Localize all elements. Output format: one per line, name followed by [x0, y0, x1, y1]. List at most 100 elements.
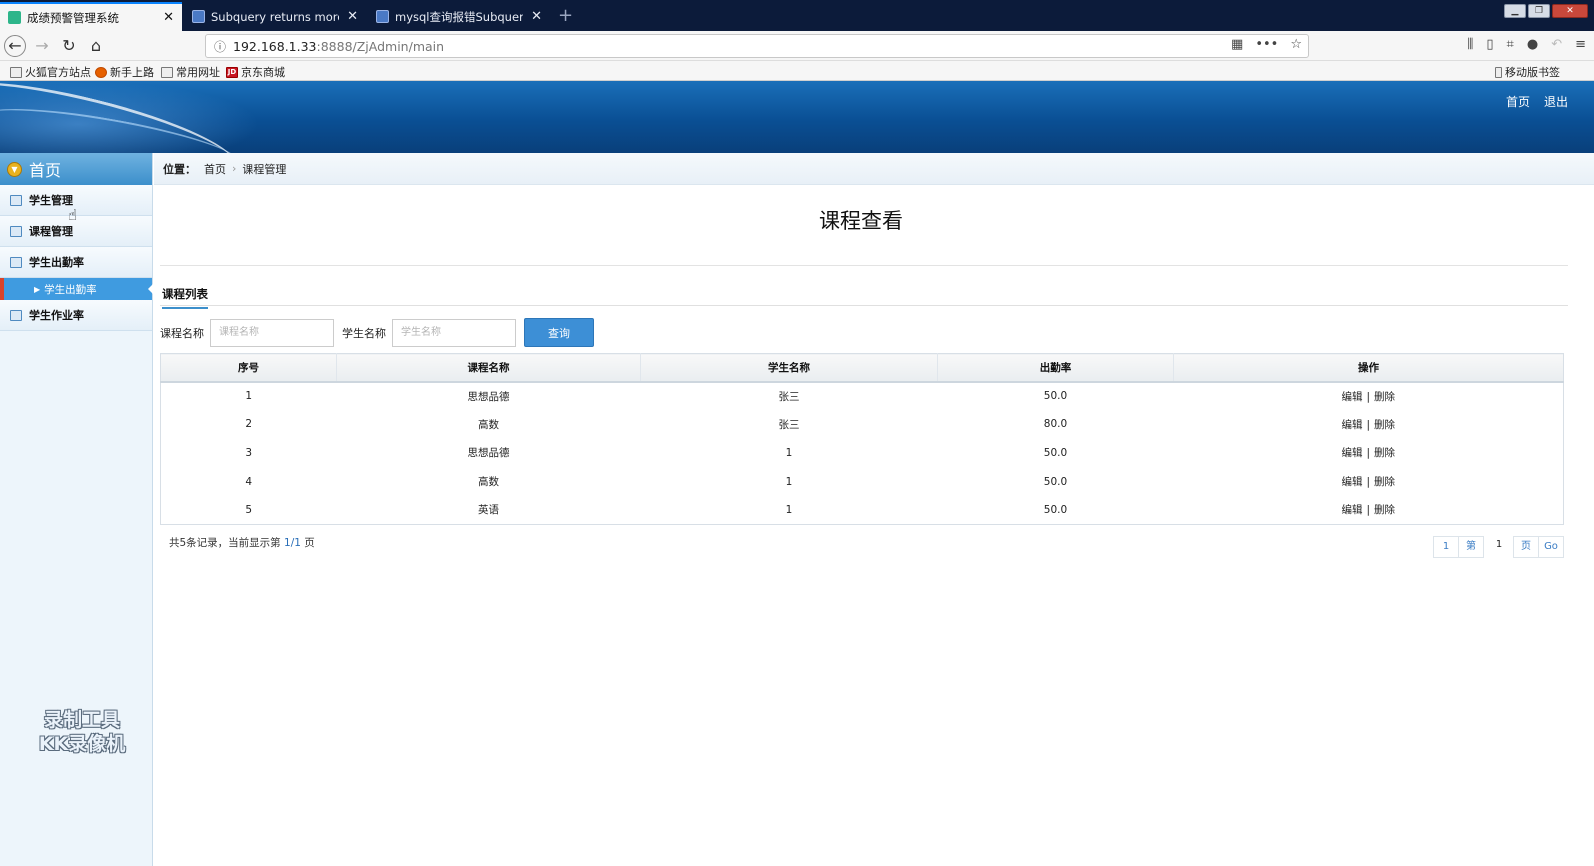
reload-icon[interactable]: ↻ — [58, 35, 80, 57]
bookmark-item[interactable]: 火狐官方站点 — [10, 64, 91, 80]
delete-link[interactable]: 删除 — [1374, 391, 1395, 403]
edit-link[interactable]: 编辑 — [1341, 504, 1362, 516]
delete-link[interactable]: 删除 — [1374, 504, 1395, 516]
query-button[interactable]: 查询 — [524, 318, 594, 347]
recorder-watermark: 录制工具 KK录像机 — [26, 708, 138, 756]
tab-title: 成绩预警管理系统 — [27, 10, 119, 25]
cell-rate: 50.0 — [1043, 446, 1068, 459]
restore-icon[interactable]: ❐ — [1528, 4, 1550, 18]
action-separator: | — [1366, 447, 1371, 460]
cell-rate: 50.0 — [1043, 503, 1068, 516]
page-actions-icon[interactable]: ••• — [1255, 37, 1278, 52]
sidebar-item-attendance[interactable]: 学生出勤率 — [0, 247, 152, 278]
mobile-bookmarks[interactable]: 移动版书签 — [1495, 64, 1560, 80]
folder-icon — [161, 66, 173, 78]
record-count: 共5条记录，当前显示第 1/1 页 — [169, 535, 315, 550]
breadcrumb-home-link[interactable]: 首页 — [204, 161, 226, 177]
bookmark-item[interactable]: 常用网址 — [161, 64, 220, 80]
cell-no: 2 — [245, 418, 253, 431]
chat-icon[interactable]: ● — [1527, 37, 1538, 52]
pagination: 1 第 1 页 Go — [1433, 536, 1564, 558]
browser-tab[interactable]: mysql查询报错Subquery retu ✕ — [368, 2, 550, 31]
breadcrumb-prefix: 位置： — [163, 162, 196, 176]
cell-student: 1 — [785, 446, 793, 459]
edit-link[interactable]: 编辑 — [1341, 419, 1362, 431]
minimize-icon[interactable]: ▁ — [1504, 4, 1526, 18]
sidebar-subitem-attendance[interactable]: ▶ 学生出勤率 — [0, 278, 153, 300]
url-host: 192.168.1.33 — [233, 39, 317, 54]
breadcrumb-separator: › — [232, 162, 237, 175]
close-tab-icon[interactable]: ✕ — [531, 9, 542, 24]
page-number-input[interactable]: 1 — [1486, 536, 1512, 558]
course-name-input[interactable] — [210, 318, 334, 347]
mouse-cursor-icon: ☝ — [68, 206, 78, 224]
page-label: 页 — [1513, 536, 1539, 558]
cell-course: 高数 — [478, 418, 499, 431]
chevron-down-icon: ▼ — [7, 161, 22, 177]
mobile-icon — [1495, 66, 1502, 78]
search-form: 课程名称 学生名称 查询 — [160, 318, 594, 347]
page-label: 第 — [1458, 536, 1484, 558]
sidebar-item-homework[interactable]: 学生作业率 — [0, 300, 152, 331]
page-first-button[interactable]: 1 — [1433, 536, 1459, 558]
column-header: 序号 — [160, 353, 337, 383]
new-tab-icon[interactable]: + — [558, 5, 573, 26]
home-icon[interactable]: ⌂ — [85, 35, 107, 57]
cell-course: 高数 — [478, 476, 499, 489]
edit-link[interactable]: 编辑 — [1341, 447, 1362, 459]
qr-code-icon[interactable]: ▦ — [1231, 37, 1243, 52]
table-row: 5 英语 1 50.0 编辑 | 删除 — [161, 496, 1564, 525]
close-tab-icon[interactable]: ✕ — [163, 10, 174, 25]
sidebar-title[interactable]: ▼ 首页 — [0, 153, 152, 185]
bookmark-item[interactable]: 新手上路 — [95, 64, 154, 80]
cell-course: 英语 — [478, 504, 499, 517]
site-info-icon[interactable]: ⓘ — [214, 38, 226, 55]
sidebar-toggle-icon[interactable]: ▯ — [1486, 37, 1493, 52]
edit-link[interactable]: 编辑 — [1341, 476, 1362, 488]
browser-tab-active[interactable]: 成绩预警管理系统 ✕ — [0, 2, 182, 31]
cell-student: 张三 — [778, 390, 800, 403]
folder-icon — [10, 66, 22, 78]
page-go-button[interactable]: Go — [1538, 536, 1564, 558]
cell-actions: 编辑 | 删除 — [1174, 382, 1564, 411]
cell-no: 4 — [245, 475, 253, 488]
breadcrumb: 位置： 首页 › 课程管理 — [154, 153, 1594, 185]
action-separator: | — [1366, 390, 1371, 403]
url-text: 192.168.1.33:8888/ZjAdmin/main — [233, 39, 444, 54]
column-header: 出勤率 — [937, 353, 1174, 383]
menu-icon[interactable]: ≡ — [1575, 37, 1586, 52]
cell-actions: 编辑 | 删除 — [1174, 410, 1564, 439]
delete-link[interactable]: 删除 — [1374, 419, 1395, 431]
library-icon[interactable]: ⫼ — [1467, 37, 1473, 52]
table-row: 4 高数 1 50.0 编辑 | 删除 — [161, 467, 1564, 496]
browser-tab[interactable]: Subquery returns more than ✕ — [184, 2, 366, 31]
undo-icon[interactable]: ↶ — [1551, 37, 1562, 52]
screenshot-icon[interactable]: ⌗ — [1507, 37, 1514, 52]
top-nav-home-link[interactable]: 首页 — [1506, 93, 1530, 110]
course-name-label: 课程名称 — [160, 326, 204, 340]
address-bar[interactable]: ⓘ 192.168.1.33:8888/ZjAdmin/main ▦ ••• ☆ — [205, 34, 1309, 58]
action-separator: | — [1366, 418, 1371, 431]
action-separator: | — [1366, 476, 1371, 489]
browser-tab-bar: 成绩预警管理系统 ✕ Subquery returns more than ✕ … — [0, 0, 1594, 31]
delete-link[interactable]: 删除 — [1374, 476, 1395, 488]
divider — [160, 305, 1568, 306]
bookmarks-bar: 火狐官方站点 新手上路 常用网址 JD 京东商城 移动版书签 — [0, 61, 1594, 81]
student-name-input[interactable] — [392, 318, 516, 347]
close-tab-icon[interactable]: ✕ — [347, 9, 358, 24]
top-nav-logout-link[interactable]: 退出 — [1544, 93, 1568, 110]
cell-rate: 50.0 — [1043, 390, 1068, 403]
cell-actions: 编辑 | 删除 — [1174, 496, 1564, 525]
main-content: 位置： 首页 › 课程管理 课程查看 课程列表 课程名称 学生名称 查询 序号 … — [154, 153, 1594, 866]
edit-link[interactable]: 编辑 — [1341, 391, 1362, 403]
course-table: 序号 课程名称 学生名称 出勤率 操作 1 思想品德 张三 50.0 编辑 | 删除… — [160, 353, 1564, 525]
forward-icon[interactable]: → — [31, 35, 53, 57]
bookmark-star-icon[interactable]: ☆ — [1290, 37, 1302, 52]
column-header: 操作 — [1173, 353, 1564, 383]
delete-link[interactable]: 删除 — [1374, 447, 1395, 459]
breadcrumb-current: 课程管理 — [242, 162, 287, 176]
window-close-icon[interactable]: ✕ — [1552, 4, 1588, 18]
bookmark-item[interactable]: JD 京东商城 — [226, 64, 285, 80]
firefox-icon — [95, 66, 107, 78]
back-icon[interactable]: ← — [4, 35, 26, 57]
